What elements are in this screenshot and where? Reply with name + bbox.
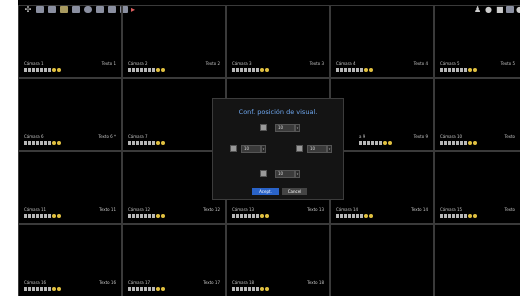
camera-cell-7[interactable]: Cámara 7 Text [122, 78, 229, 151]
camera-text: Texto [504, 207, 515, 212]
camera-name: Cámara 18 [232, 280, 255, 285]
camera-text: Texto 1 [101, 61, 116, 66]
camera-name: Cámara 17 [128, 280, 151, 285]
top-position-spinner[interactable]: ▾ [295, 124, 300, 132]
camera-text: Texto [504, 134, 515, 139]
camera-name: Cámara 2 [128, 61, 148, 66]
status-icons [336, 214, 373, 218]
camera-cell-15[interactable]: Cámara 15 Texto [434, 151, 520, 224]
camera-cell-3[interactable]: Cámara 3 Texto 3 [226, 5, 330, 78]
camera-name: Cámara 10 [440, 134, 463, 139]
camera-cell-5[interactable]: Cámara 5 Texto 5 [434, 5, 520, 78]
camera-name: Cámara 13 [232, 207, 255, 212]
camera-text: Texto 11 [99, 207, 116, 212]
camera-name: Cámara 12 [128, 207, 151, 212]
status-icons [128, 141, 165, 145]
status-icons [440, 141, 477, 145]
bottom-position-input[interactable]: 10 [275, 170, 295, 178]
accept-button[interactable]: Acept. [252, 188, 279, 195]
bottom-position-control[interactable]: 10 ▾ [260, 170, 300, 178]
camera-name: Cámara 15 [440, 207, 463, 212]
camera-name: Cámara 14 [336, 207, 359, 212]
camera-cell-1[interactable]: Cámara 1 Texto 1 [18, 5, 122, 78]
camera-text: Texto 3 [309, 61, 324, 66]
camera-text: Texto 12 [203, 207, 220, 212]
camera-name: Cámara 1 [24, 61, 44, 66]
right-position-spinner[interactable]: ▾ [327, 145, 332, 153]
camera-text: Texto 17 [203, 280, 220, 285]
camera-cell-9[interactable]: a 9 Texto 9 [330, 78, 434, 151]
camera-cell-20[interactable] [434, 224, 520, 296]
left-position-swatch [230, 145, 237, 152]
camera-text: Texto 18 [307, 280, 324, 285]
camera-name: a 9 [359, 134, 366, 139]
camera-cell-2[interactable]: Cámara 2 Texto 2 [122, 5, 226, 78]
right-position-input[interactable]: 10 [307, 145, 327, 153]
camera-cell-11[interactable]: Cámara 11 Texto 11 [18, 151, 122, 224]
status-icons [128, 68, 165, 72]
left-position-spinner[interactable]: ▾ [261, 145, 266, 153]
camera-text: Texto 2 [205, 61, 220, 66]
status-icons [24, 287, 61, 291]
camera-name: Cámara 7 [128, 134, 148, 139]
top-position-input[interactable]: 10 [275, 124, 295, 132]
camera-text: Texto 14 [411, 207, 428, 212]
camera-cell-12[interactable]: Cámara 12 Texto 12 [122, 151, 226, 224]
top-position-swatch [260, 124, 267, 131]
status-icons [24, 68, 61, 72]
camera-cell-10[interactable]: Cámara 10 Texto [434, 78, 520, 151]
left-position-input[interactable]: 10 [241, 145, 261, 153]
right-position-control[interactable]: 10 ▾ [296, 145, 336, 153]
status-icons [24, 141, 61, 145]
status-icons [232, 214, 269, 218]
camera-cell-19[interactable] [330, 224, 434, 296]
left-position-control[interactable]: 10 ▾ [230, 145, 270, 153]
status-icons [336, 68, 373, 72]
status-icons [359, 141, 392, 145]
camera-cell-14[interactable]: Cámara 14 Texto 14 [330, 151, 434, 224]
camera-text: Texto 4 [413, 61, 428, 66]
camera-name: Cámara 3 [232, 61, 252, 66]
camera-cell-4[interactable]: Cámara 4 Texto 4 [330, 5, 434, 78]
camera-name: Cámara 6 [24, 134, 44, 139]
camera-cell-17[interactable]: Cámara 17 Texto 17 [122, 224, 226, 296]
dialog-title: Conf. posición de visual. [238, 108, 318, 116]
camera-name: Cámara 5 [440, 61, 460, 66]
status-icons [232, 68, 269, 72]
status-icons [440, 214, 477, 218]
bottom-position-spinner[interactable]: ▾ [295, 170, 300, 178]
camera-text: Texto 9 [413, 134, 428, 139]
status-icons [24, 214, 61, 218]
status-icons [128, 214, 165, 218]
status-icons [128, 287, 165, 291]
status-icons [440, 68, 477, 72]
bottom-position-swatch [260, 170, 267, 177]
camera-cell-18[interactable]: Cámara 18 Texto 18 [226, 224, 330, 296]
camera-cell-16[interactable]: Cámara 16 Texto 16 [18, 224, 122, 296]
camera-name: Cámara 16 [24, 280, 47, 285]
camera-name: Cámara 4 [336, 61, 356, 66]
camera-text: Texto 5 [500, 61, 515, 66]
top-position-control[interactable]: 10 ▾ [260, 124, 300, 132]
camera-text: Texto 16 [99, 280, 116, 285]
right-position-swatch [296, 145, 303, 152]
camera-cell-6[interactable]: Cámara 6 Texto 6 * [18, 78, 122, 151]
camera-name: Cámara 11 [24, 207, 47, 212]
camera-text: Texto 6 * [98, 134, 116, 139]
status-icons [232, 287, 269, 291]
camera-text: Texto 13 [307, 207, 324, 212]
cancel-button[interactable]: Cancel [282, 188, 307, 195]
